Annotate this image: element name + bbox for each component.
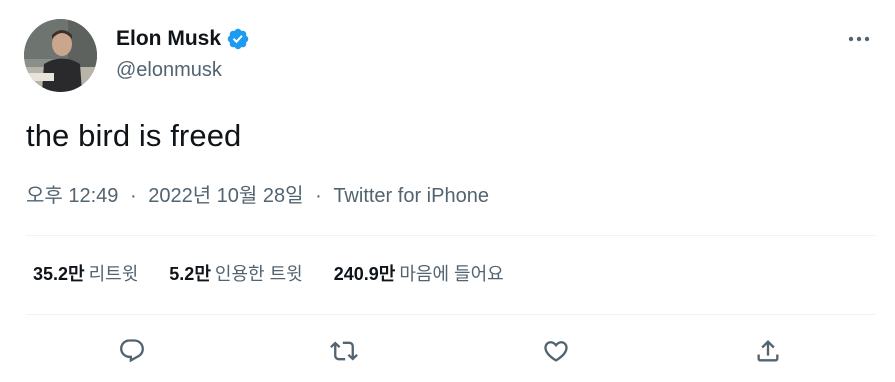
- more-options-button[interactable]: [845, 29, 873, 49]
- retweets-stat[interactable]: 35.2만 리트윗: [33, 262, 138, 286]
- avatar[interactable]: [24, 19, 97, 92]
- user-handle[interactable]: @elonmusk: [116, 58, 222, 82]
- retweets-count: 35.2만: [33, 264, 85, 284]
- separator: ·: [129, 185, 137, 207]
- separator: ·: [315, 185, 322, 207]
- tweet-time[interactable]: 오후 12:49: [26, 185, 118, 207]
- quotes-stat[interactable]: 5.2만 인용한 트윗: [169, 262, 302, 286]
- like-button[interactable]: [540, 335, 572, 367]
- avatar-image: [24, 19, 97, 92]
- quotes-label: 인용한 트윗: [214, 264, 303, 284]
- tweet-source[interactable]: Twitter for iPhone: [333, 185, 489, 207]
- likes-label: 마음에 들어요: [399, 264, 504, 284]
- tweet-metadata: 오후 12:49 · 2022년 10월 28일 · Twitter for i…: [26, 183, 489, 209]
- tweet-stats: 35.2만 리트윗 5.2만 인용한 트윗 240.9만 마음에 들어요: [33, 262, 530, 286]
- more-icon: [848, 36, 870, 42]
- divider: [26, 235, 875, 236]
- divider: [26, 314, 875, 315]
- reply-icon: [120, 339, 144, 363]
- tweet-text: the bird is freed: [26, 118, 242, 153]
- retweets-label: 리트윗: [88, 264, 139, 284]
- share-button[interactable]: [752, 335, 784, 367]
- verified-badge-icon: [226, 27, 250, 51]
- quotes-count: 5.2만: [169, 264, 211, 284]
- retweet-icon: [330, 341, 358, 361]
- share-icon: [757, 340, 779, 362]
- like-icon: [544, 341, 568, 362]
- retweet-button[interactable]: [328, 335, 360, 367]
- tweet-date[interactable]: 2022년 10월 28일: [148, 185, 303, 207]
- likes-stat[interactable]: 240.9만 마음에 들어요: [334, 262, 504, 286]
- likes-count: 240.9만: [333, 264, 396, 284]
- display-name[interactable]: Elon Musk: [116, 26, 221, 52]
- reply-button[interactable]: [116, 335, 148, 367]
